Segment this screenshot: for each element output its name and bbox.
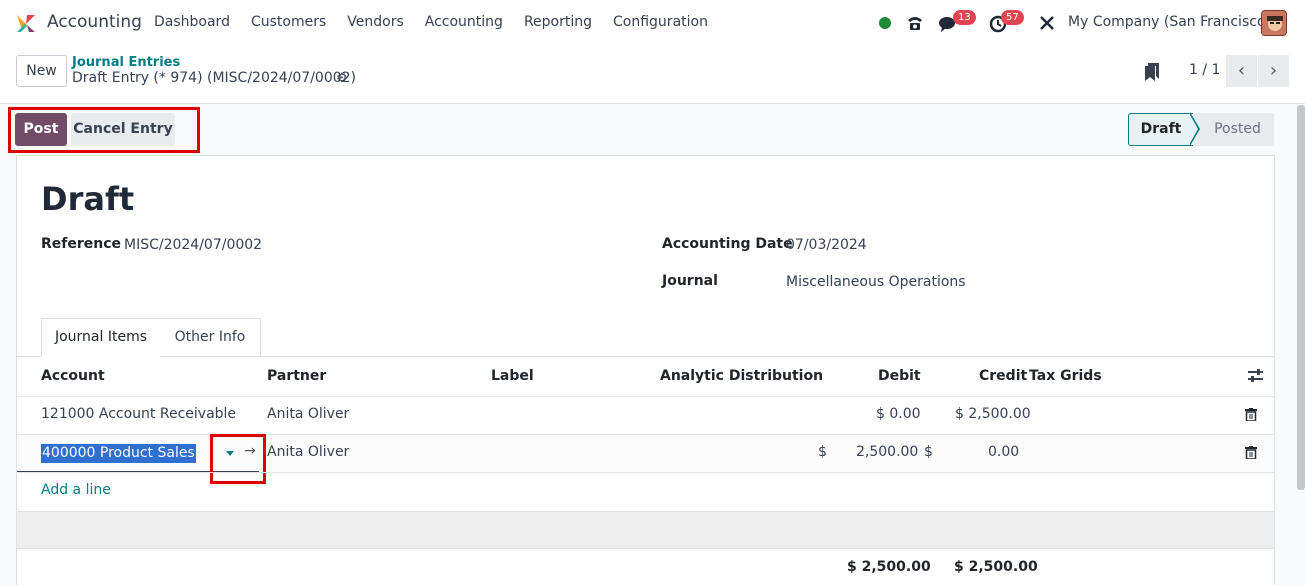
tab-other-info[interactable]: Other Info: [160, 318, 261, 357]
reference-field[interactable]: MISC/2024/07/0002: [124, 237, 262, 253]
app-name[interactable]: Accounting: [47, 12, 142, 32]
debug-tools-icon[interactable]: [1037, 13, 1057, 33]
header-divider: [17, 396, 1274, 397]
status-stage-posted[interactable]: Posted: [1193, 113, 1274, 146]
row1-debit[interactable]: $ 0.00: [876, 406, 921, 422]
row2-divider: [17, 472, 1274, 473]
highlight-box-actions: [8, 107, 200, 153]
menu-accounting[interactable]: Accounting: [425, 14, 503, 30]
row1-trash-icon[interactable]: [1245, 408, 1257, 421]
activities-count-badge: 57: [1001, 10, 1024, 25]
record-title: Draft: [41, 180, 135, 218]
menu-reporting[interactable]: Reporting: [524, 14, 592, 30]
row2-credit-currency: $: [924, 444, 933, 460]
journal-label: Journal: [662, 273, 718, 289]
status-stage-draft[interactable]: Draft: [1128, 113, 1194, 146]
accounting-date-field[interactable]: 07/03/2024: [786, 237, 867, 253]
stage-arrow-fill: [1189, 113, 1198, 145]
menu-vendors[interactable]: Vendors: [347, 14, 403, 30]
tab-journal-items[interactable]: Journal Items: [41, 318, 161, 357]
journal-field[interactable]: Miscellaneous Operations: [786, 274, 966, 290]
messages-count-badge: 13: [953, 10, 976, 25]
breadcrumb-journal-entries[interactable]: Journal Entries: [72, 55, 180, 70]
column-header-partner[interactable]: Partner: [267, 368, 326, 384]
total-credit: $ 2,500.00: [954, 559, 1038, 575]
control-panel: New Journal Entries Draft Entry (* 974) …: [0, 46, 1305, 104]
empty-row-band: [17, 511, 1274, 549]
online-status-dot: [879, 17, 891, 29]
row1-account[interactable]: 121000 Account Receivable: [41, 406, 236, 422]
pager-next-button[interactable]: ›: [1258, 55, 1289, 87]
column-header-account[interactable]: Account: [41, 368, 105, 384]
company-switcher[interactable]: My Company (San Francisco): [1068, 14, 1271, 30]
menu-customers[interactable]: Customers: [251, 14, 326, 30]
pager-previous-button[interactable]: ‹: [1226, 55, 1257, 87]
row2-partner[interactable]: Anita Oliver: [267, 444, 349, 460]
menu-dashboard[interactable]: Dashboard: [154, 14, 230, 30]
row2-trash-icon[interactable]: [1245, 446, 1257, 459]
user-avatar[interactable]: [1261, 10, 1287, 36]
column-header-analytic-distribution[interactable]: Analytic Distribution: [660, 368, 823, 384]
column-header-credit[interactable]: Credit: [979, 368, 1027, 384]
row1-credit[interactable]: $ 2,500.00: [955, 406, 1031, 422]
bookmark-icon[interactable]: [1145, 63, 1159, 81]
column-header-tax-grids[interactable]: Tax Grids: [1029, 368, 1102, 384]
gear-icon[interactable]: ⚙: [336, 71, 348, 86]
breadcrumb-current-record: Draft Entry (* 974) (MISC/2024/07/0002): [72, 70, 356, 86]
accounting-app-icon[interactable]: [15, 12, 37, 34]
optional-columns-icon[interactable]: [1248, 369, 1263, 383]
total-debit: $ 2,500.00: [847, 559, 931, 575]
column-header-label[interactable]: Label: [491, 368, 534, 384]
row1-partner[interactable]: Anita Oliver: [267, 406, 349, 422]
row2-account-input[interactable]: 400000 Product Sales: [41, 444, 196, 463]
row2-credit-input[interactable]: 0.00: [988, 444, 1019, 460]
highlight-box-row-controls: [210, 434, 266, 484]
page-scrollbar[interactable]: [1297, 105, 1305, 490]
pager-value[interactable]: 1 / 1: [1189, 62, 1220, 78]
accounting-date-label: Accounting Date: [662, 236, 793, 252]
phone-icon[interactable]: [905, 13, 925, 33]
new-button[interactable]: New: [16, 55, 67, 87]
menu-configuration[interactable]: Configuration: [613, 14, 708, 30]
main-menu: Dashboard Customers Vendors Accounting R…: [154, 14, 729, 30]
column-header-debit[interactable]: Debit: [878, 368, 921, 384]
add-line-link[interactable]: Add a line: [41, 482, 111, 498]
table-row-editing[interactable]: [17, 435, 1274, 472]
row2-debit-input[interactable]: 2,500.00: [856, 444, 918, 460]
reference-label: Reference: [41, 236, 122, 252]
row2-debit-currency: $: [818, 444, 827, 460]
